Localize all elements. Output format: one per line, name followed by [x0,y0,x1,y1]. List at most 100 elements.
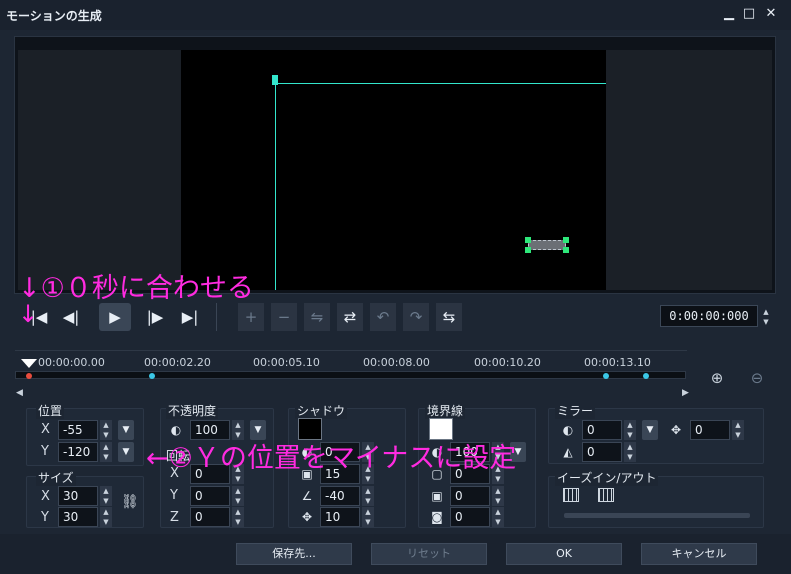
annotation-step2: ←②Ｙの位置をマイナスに設定 [146,443,517,474]
keyframe-marker[interactable] [643,373,649,379]
border-soft-input[interactable]: 0 [450,507,490,527]
mirror-opacity-input[interactable]: 0 [582,420,622,440]
ease-out-icon[interactable] [598,488,614,502]
position-x-stepper[interactable]: ▲ ▼ [100,420,112,440]
border-soft-stepper[interactable]: ▲ ▼ [492,507,504,527]
size-y-input[interactable]: 30 [58,507,98,527]
shadow-angle-input[interactable]: -40 [320,486,360,506]
mirror-keyframe-icon[interactable]: ▼ [642,420,658,440]
reset-button[interactable]: リセット [371,543,487,565]
shadow-distance-stepper[interactable]: ▲ ▼ [362,507,374,527]
preview-canvas[interactable] [181,50,606,290]
border-label: 境界線 [425,402,466,419]
control-divider [216,303,217,331]
maximize-icon[interactable]: □ [742,6,756,22]
timeline-track[interactable] [15,371,686,379]
shadow-angle-stepper[interactable]: ▲ ▼ [362,486,374,506]
position-label: 位置 [36,402,65,419]
zoom-out-icon[interactable]: ⊖ [746,367,768,389]
size-x-input[interactable]: 30 [58,486,98,506]
add-keyframe-button[interactable]: + [238,303,264,331]
ruler-baseline [15,350,687,351]
shadow-label: シャドウ [295,402,348,419]
motion-path-horizontal [275,83,606,84]
position-y-input[interactable]: -120 [58,442,98,462]
rotation-z-label: Z [170,510,179,525]
next-frame-button[interactable]: |▶ [142,303,168,331]
keyframe-marker[interactable] [149,373,155,379]
zoom-in-icon[interactable]: ⊕ [706,367,728,389]
position-y-keyframe-icon[interactable]: ▼ [118,442,134,462]
object-handle-bl[interactable] [525,247,531,253]
swap-keyframe-button[interactable]: ⇆ [436,303,462,331]
cancel-button[interactable]: キャンセル [641,543,757,565]
motion-path-handle[interactable] [272,75,278,85]
mirror-opacity-stepper[interactable]: ▲ ▼ [624,420,636,440]
object-handle-tr[interactable] [563,237,569,243]
ruler-label-1: 00:00:02.20 [144,356,211,369]
ease-in-icon[interactable] [563,488,579,502]
reverse-keyframe-button[interactable]: ⇋ [304,303,330,331]
shadow-angle-icon: ∠ [301,489,313,503]
position-x-label: X [41,422,50,437]
border-soft-icon: ◙ [431,510,443,524]
annotation-arrow-down: ↓ [18,300,39,328]
position-y-label: Y [41,444,49,459]
position-y-stepper[interactable]: ▲ ▼ [100,442,112,462]
play-button[interactable]: ▶ [99,303,131,331]
border-inner-stepper[interactable]: ▲ ▼ [492,486,504,506]
border-inner-input[interactable]: 0 [450,486,490,506]
title-bar [0,0,791,30]
motion-path-vertical [275,83,276,290]
ruler-label-2: 00:00:05.10 [253,356,320,369]
timecode-stepper[interactable]: ▲ ▼ [760,307,772,326]
close-icon[interactable]: ✕ [764,6,778,22]
window-title: モーションの生成 [6,9,102,23]
border-inner-icon: ▣ [431,489,443,503]
rotation-y-label: Y [170,488,178,503]
remove-keyframe-button[interactable]: − [271,303,297,331]
mirror-offset-input[interactable]: 0 [690,420,730,440]
next-keyframe-button[interactable]: ↷ [403,303,429,331]
go-to-end-button[interactable]: ▶| [177,303,203,331]
preview-left-margin [18,50,181,290]
object-handle-tl[interactable] [525,237,531,243]
previous-keyframe-button[interactable]: ↶ [370,303,396,331]
ok-button[interactable]: OK [506,543,622,565]
ruler-label-3: 00:00:08.00 [363,356,430,369]
preview-right-margin [606,50,772,290]
mirror-fade-stepper[interactable]: ▲ ▼ [624,442,636,462]
previous-frame-button[interactable]: ◀| [58,303,84,331]
position-x-keyframe-icon[interactable]: ▼ [118,420,134,440]
object-handle-br[interactable] [563,247,569,253]
rotation-y-stepper[interactable]: ▲ ▼ [232,486,244,506]
mirror-fade-input[interactable]: 0 [582,442,622,462]
keyframe-marker[interactable] [603,373,609,379]
shadow-distance-input[interactable]: 10 [320,507,360,527]
flip-keyframes-button[interactable]: ⇄ [337,303,363,331]
size-x-label: X [41,489,50,504]
keyframe-start[interactable] [26,373,32,379]
motion-object[interactable] [528,240,566,250]
link-aspect-icon[interactable]: ⛓ [121,494,139,510]
position-x-input[interactable]: -55 [58,420,98,440]
scroll-left-icon[interactable]: ◀ [16,388,23,398]
shadow-distance-icon: ✥ [301,510,313,524]
timecode-display[interactable]: 0:00:00:000 [660,305,758,327]
mirror-offset-stepper[interactable]: ▲ ▼ [732,420,744,440]
scroll-right-icon[interactable]: ▶ [682,388,689,398]
rotation-z-stepper[interactable]: ▲ ▼ [232,507,244,527]
ruler-label-4: 00:00:10.20 [474,356,541,369]
size-y-stepper[interactable]: ▲ ▼ [100,507,112,527]
rotation-y-input[interactable]: 0 [190,486,230,506]
size-x-stepper[interactable]: ▲ ▼ [100,486,112,506]
ease-label: イーズイン/アウト [555,469,659,486]
size-y-label: Y [41,510,49,525]
rotation-z-input[interactable]: 0 [190,507,230,527]
save-to-button[interactable]: 保存先... [236,543,352,565]
minimize-icon[interactable]: ▁ [722,6,736,22]
annotation-step1: ↓①０秒に合わせる [18,273,254,304]
playhead-marker[interactable] [21,359,37,368]
ease-slider[interactable] [564,513,750,518]
ruler-label-5: 00:00:13.10 [584,356,651,369]
